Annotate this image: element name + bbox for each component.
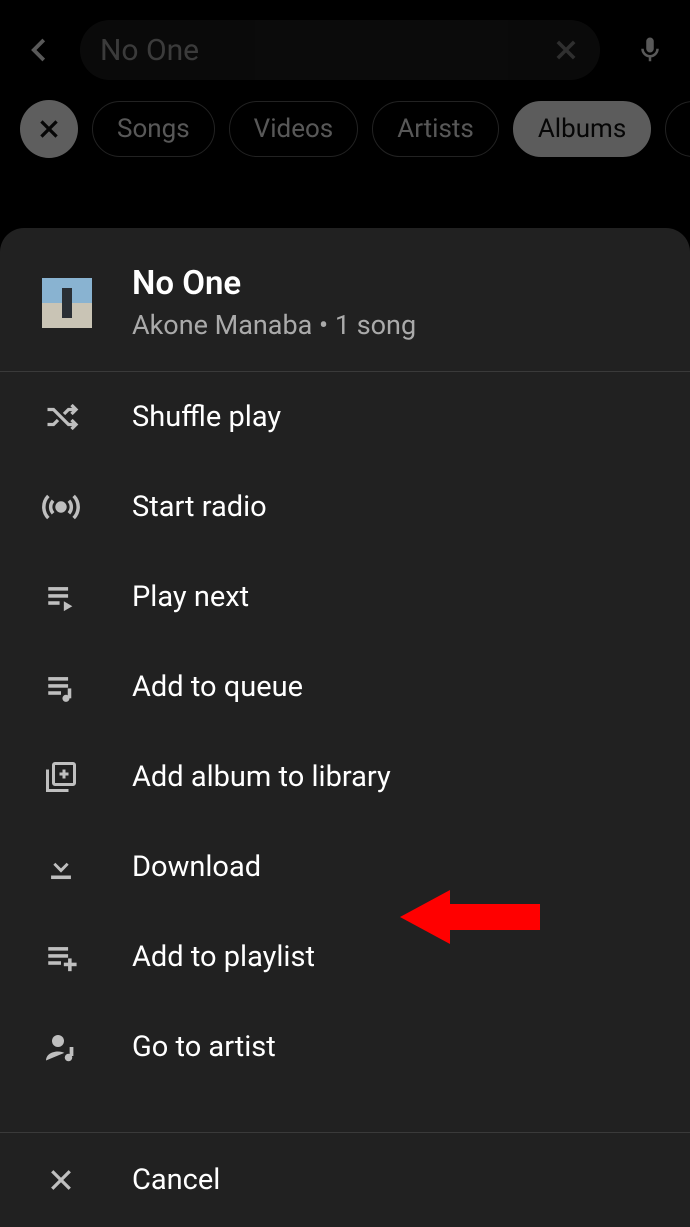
back-icon	[25, 35, 55, 65]
menu-label: Download	[132, 850, 261, 884]
filter-chip-community[interactable]: Co	[665, 101, 690, 157]
filter-chip-albums[interactable]: Albums	[513, 101, 651, 157]
menu-label: Add to playlist	[132, 940, 315, 974]
menu-label: Go to artist	[132, 1030, 276, 1064]
menu-item-play-next[interactable]: Play next	[0, 552, 690, 642]
artist-icon	[42, 1028, 80, 1066]
menu-label: Add to queue	[132, 670, 303, 704]
queue-icon	[42, 668, 80, 706]
menu-item-add-to-queue[interactable]: Add to queue	[0, 642, 690, 732]
menu-label: Add album to library	[132, 760, 391, 794]
context-sheet: No One Akone Manaba • 1 song Shuffle pla…	[0, 228, 690, 1227]
filter-chip-songs[interactable]: Songs	[92, 101, 215, 157]
menu-list: Shuffle play Start radio Play next Add t…	[0, 372, 690, 1092]
menu-item-go-to-artist[interactable]: Go to artist	[0, 1002, 690, 1092]
close-icon	[36, 116, 62, 142]
cancel-label: Cancel	[132, 1163, 220, 1197]
library-add-icon	[42, 758, 80, 796]
filter-chip-artists[interactable]: Artists	[372, 101, 499, 157]
menu-item-download[interactable]: Download	[0, 822, 690, 912]
menu-item-add-album-to-library[interactable]: Add album to library	[0, 732, 690, 822]
menu-item-add-to-playlist[interactable]: Add to playlist	[0, 912, 690, 1002]
menu-label: Play next	[132, 580, 249, 614]
search-field[interactable]: No One	[80, 20, 600, 80]
microphone-icon	[635, 35, 665, 65]
radio-icon	[42, 488, 80, 526]
menu-label: Shuffle play	[132, 400, 281, 434]
filter-chip-videos[interactable]: Videos	[229, 101, 359, 157]
search-text: No One	[100, 33, 542, 68]
back-button[interactable]	[20, 30, 60, 70]
voice-search-button[interactable]	[630, 30, 670, 70]
menu-item-shuffle-play[interactable]: Shuffle play	[0, 372, 690, 462]
sheet-header: No One Akone Manaba • 1 song	[0, 228, 690, 372]
clear-search-icon[interactable]	[552, 36, 580, 64]
album-subtitle: Akone Manaba • 1 song	[132, 309, 416, 341]
close-icon	[42, 1161, 80, 1199]
album-artwork	[42, 278, 92, 328]
menu-item-start-radio[interactable]: Start radio	[0, 462, 690, 552]
menu-label: Start radio	[132, 490, 267, 524]
playlist-add-icon	[42, 938, 80, 976]
album-title: No One	[132, 264, 416, 303]
search-bar: No One	[0, 0, 690, 90]
play-next-icon	[42, 578, 80, 616]
filter-row: Songs Videos Artists Albums Co	[0, 90, 690, 178]
clear-filter-button[interactable]	[20, 100, 78, 158]
menu-body: Shuffle play Start radio Play next Add t…	[0, 372, 690, 1132]
cancel-button[interactable]: Cancel	[0, 1132, 690, 1227]
download-icon	[42, 848, 80, 886]
shuffle-icon	[42, 398, 80, 436]
